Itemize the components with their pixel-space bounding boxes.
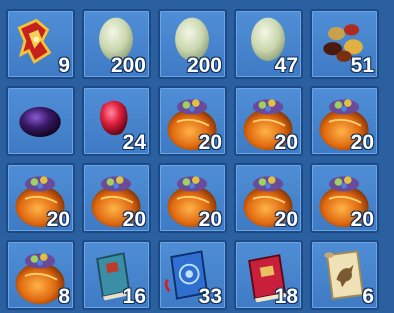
item-count: 16 xyxy=(122,285,146,308)
item-count: 20 xyxy=(198,131,222,154)
item-count: 6 xyxy=(362,285,374,308)
inventory-slot[interactable]: 33 xyxy=(158,240,227,310)
item-count: 20 xyxy=(274,131,298,154)
inventory-slot[interactable]: 24 xyxy=(82,86,151,156)
item-count: 200 xyxy=(186,54,222,77)
item-count: 200 xyxy=(110,54,146,77)
item-count: 24 xyxy=(122,131,146,154)
inventory-slot[interactable]: 9 xyxy=(6,9,75,79)
inventory-slot[interactable]: 200 xyxy=(158,9,227,79)
inventory-slot[interactable]: 20 xyxy=(234,86,303,156)
item-count: 20 xyxy=(274,208,298,231)
item-count: 20 xyxy=(122,208,146,231)
inventory-slot[interactable] xyxy=(6,86,75,156)
item-count: 47 xyxy=(274,54,298,77)
inventory-grid: 9 200 200 47 51 24 20 20 20 20 20 20 20 … xyxy=(0,0,394,313)
item-count: 33 xyxy=(198,285,222,308)
inventory-slot[interactable]: 200 xyxy=(82,9,151,79)
item-count: 8 xyxy=(58,285,70,308)
inventory-slot[interactable]: 47 xyxy=(234,9,303,79)
dark-purple-gem-icon xyxy=(8,88,73,154)
item-count: 20 xyxy=(46,208,70,231)
inventory-slot[interactable]: 18 xyxy=(234,240,303,310)
inventory-slot[interactable]: 20 xyxy=(234,163,303,233)
inventory-slot[interactable]: 51 xyxy=(310,9,379,79)
inventory-slot[interactable]: 20 xyxy=(82,163,151,233)
item-count: 20 xyxy=(198,208,222,231)
item-count: 20 xyxy=(350,208,374,231)
item-count: 9 xyxy=(58,54,70,77)
item-count: 20 xyxy=(350,131,374,154)
inventory-slot[interactable]: 20 xyxy=(310,163,379,233)
inventory-slot[interactable]: 20 xyxy=(158,163,227,233)
inventory-slot[interactable]: 20 xyxy=(158,86,227,156)
inventory-slot[interactable]: 20 xyxy=(310,86,379,156)
item-count: 51 xyxy=(350,54,374,77)
inventory-slot[interactable]: 16 xyxy=(82,240,151,310)
inventory-slot[interactable]: 20 xyxy=(6,163,75,233)
inventory-slot[interactable]: 8 xyxy=(6,240,75,310)
inventory-slot[interactable]: 6 xyxy=(310,240,379,310)
item-count: 18 xyxy=(274,285,298,308)
